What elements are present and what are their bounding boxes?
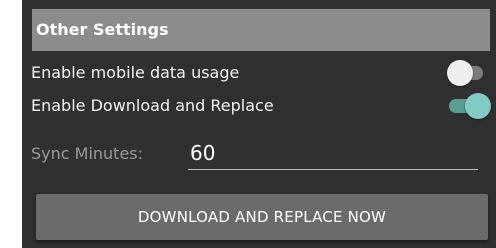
mobile-data-setting-row[interactable]: Enable mobile data usage [31,57,491,89]
download-replace-label: Enable Download and Replace [31,96,274,115]
sync-minutes-input[interactable] [188,136,478,170]
download-replace-now-button[interactable]: DOWNLOAD AND REPLACE NOW [36,194,488,240]
mobile-data-label: Enable mobile data usage [31,63,240,82]
section-header: Other Settings [32,9,490,51]
sync-minutes-label: Sync Minutes: [31,144,144,163]
toggle-knob [465,93,491,119]
toggle-knob [447,60,473,86]
mobile-data-toggle[interactable] [447,60,491,86]
download-replace-toggle[interactable] [447,93,491,119]
settings-panel: Other Settings Enable mobile data usage … [22,0,496,248]
download-replace-setting-row[interactable]: Enable Download and Replace [31,90,491,122]
